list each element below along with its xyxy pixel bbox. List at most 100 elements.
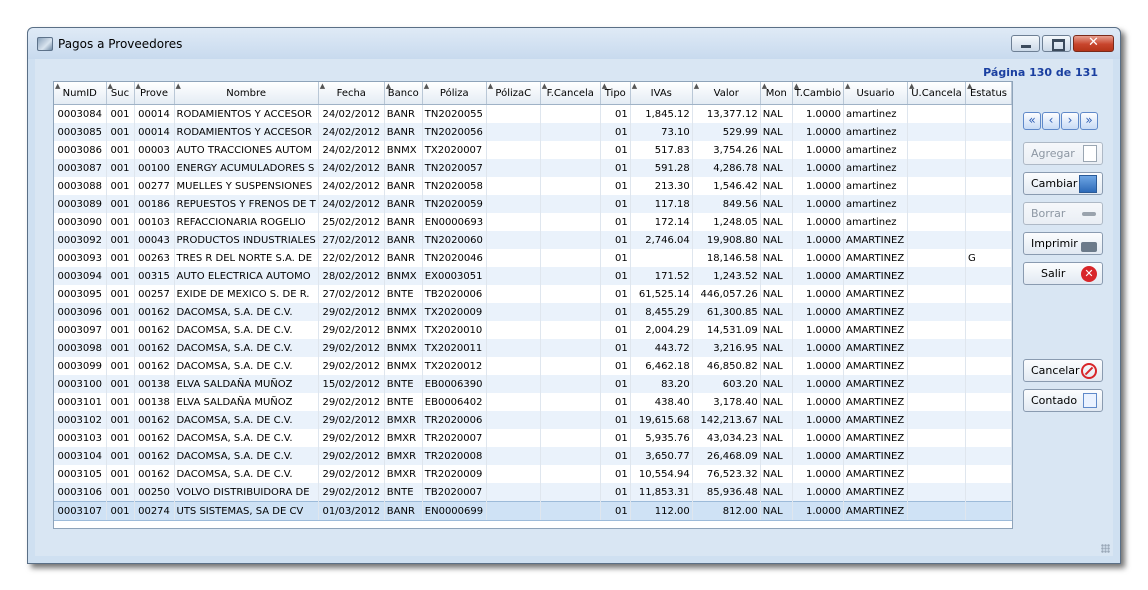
borrar-label: Borrar bbox=[1031, 207, 1066, 220]
app-window-icon bbox=[37, 37, 53, 51]
table-row[interactable]: 0003101 001 00138 ELVA SALDAÑA MUÑOZ 29/02/2… bbox=[54, 393, 1012, 411]
table-cell: TN2020058 bbox=[422, 177, 487, 195]
table-row[interactable]: 0003094 001 00315 AUTO ELECTRICA AUTOMO 28/0… bbox=[54, 267, 1012, 285]
column-header-15[interactable]: ▲ U.Cancela bbox=[907, 82, 966, 105]
column-header-label: Fecha bbox=[336, 87, 366, 99]
table-cell: amartinez bbox=[843, 123, 908, 141]
cambiar-button[interactable]: Cambiar bbox=[1023, 172, 1103, 195]
table-cell: amartinez bbox=[843, 104, 908, 123]
column-header-7[interactable]: ▲ PólizaC bbox=[486, 82, 541, 105]
payments-grid[interactable]: ▲ NumID ▲ Suc ▲ Prove ▲ Nombre ▲ Fecha ▲ Banco ▲ Póli… bbox=[53, 81, 1013, 529]
table-cell: MUELLES Y SUSPENSIONES bbox=[174, 177, 319, 195]
table-cell: 0003087 bbox=[54, 159, 107, 177]
table-cell: EXIDE DE MEXICO S. DE R. bbox=[174, 285, 319, 303]
column-header-2[interactable]: ▲ Prove bbox=[134, 82, 175, 105]
column-header-3[interactable]: ▲ Nombre bbox=[174, 82, 319, 105]
column-header-1[interactable]: ▲ Suc bbox=[106, 82, 135, 105]
column-header-10[interactable]: ▲ IVAs bbox=[630, 82, 693, 105]
close-button[interactable]: ✕ bbox=[1073, 35, 1114, 52]
cancelar-button[interactable]: Cancelar bbox=[1023, 359, 1103, 382]
table-row[interactable]: 0003105 001 00162 DACOMSA, S.A. DE C.V. 29/0… bbox=[54, 465, 1012, 483]
column-header-14[interactable]: ▲ Usuario bbox=[843, 82, 908, 105]
table-cell bbox=[965, 501, 1012, 521]
table-cell: NAL bbox=[760, 285, 793, 303]
table-cell: 00003 bbox=[134, 141, 175, 159]
table-cell: 29/02/2012 bbox=[318, 321, 385, 339]
table-row[interactable]: 0003093 001 00263 TRES R DEL NORTE S.A. DE 2… bbox=[54, 249, 1012, 267]
table-cell: 43,034.23 bbox=[692, 429, 761, 447]
column-header-0[interactable]: ▲ NumID bbox=[54, 82, 107, 105]
imprimir-button[interactable]: Imprimir bbox=[1023, 232, 1103, 255]
table-row[interactable]: 0003090 001 00103 REFACCIONARIA ROGELIO 25/0… bbox=[54, 213, 1012, 231]
table-cell: DACOMSA, S.A. DE C.V. bbox=[174, 429, 319, 447]
table-row[interactable]: 0003106 001 00250 VOLVO DISTRIBUIDORA DE 29/… bbox=[54, 483, 1012, 502]
table-row[interactable]: 0003086 001 00003 AUTO TRACCIONES AUTOM 24/0… bbox=[54, 141, 1012, 159]
table-row[interactable]: 0003084 001 00014 RODAMIENTOS Y ACCESOR 24/0… bbox=[54, 104, 1012, 123]
resize-grip-icon[interactable] bbox=[1101, 544, 1110, 553]
next-page-button[interactable]: › bbox=[1061, 112, 1079, 130]
column-header-label: U.Cancela bbox=[911, 87, 962, 99]
table-row[interactable]: 0003102 001 00162 DACOMSA, S.A. DE C.V. 29/0… bbox=[54, 411, 1012, 429]
table-cell: 0003105 bbox=[54, 465, 107, 483]
column-header-9[interactable]: ▲ Tipo bbox=[600, 82, 631, 105]
column-header-12[interactable]: ▲ Mon bbox=[760, 82, 793, 105]
column-header-16[interactable]: ▲ Estatus bbox=[965, 82, 1012, 105]
table-row[interactable]: 0003103 001 00162 DACOMSA, S.A. DE C.V. 29/0… bbox=[54, 429, 1012, 447]
table-cell bbox=[486, 249, 541, 267]
table-cell: 28/02/2012 bbox=[318, 267, 385, 285]
table-row[interactable]: 0003097 001 00162 DACOMSA, S.A. DE C.V. 29/0… bbox=[54, 321, 1012, 339]
last-page-button[interactable]: » bbox=[1080, 112, 1098, 130]
table-cell: 19,615.68 bbox=[630, 411, 693, 429]
table-row[interactable]: 0003099 001 00162 DACOMSA, S.A. DE C.V. 29/0… bbox=[54, 357, 1012, 375]
table-cell: 01 bbox=[600, 321, 631, 339]
maximize-button[interactable] bbox=[1042, 35, 1071, 52]
table-cell: BMXR bbox=[384, 465, 423, 483]
table-cell: BNMX bbox=[384, 339, 423, 357]
column-header-5[interactable]: ▲ Banco bbox=[384, 82, 423, 105]
salir-button[interactable]: Salir ✕ bbox=[1023, 262, 1103, 285]
table-cell: BANR bbox=[384, 249, 423, 267]
table-row[interactable]: 0003098 001 00162 DACOMSA, S.A. DE C.V. 29/0… bbox=[54, 339, 1012, 357]
table-row[interactable]: 0003096 001 00162 DACOMSA, S.A. DE C.V. 29/0… bbox=[54, 303, 1012, 321]
column-header-13[interactable]: ▲ T.Cambio bbox=[792, 82, 844, 105]
table-cell: BANR bbox=[384, 177, 423, 195]
table-cell: AUTO TRACCIONES AUTOM bbox=[174, 141, 319, 159]
column-header-8[interactable]: ▲ F.Cancela bbox=[540, 82, 601, 105]
minimize-button[interactable] bbox=[1011, 35, 1040, 52]
table-cell: 29/02/2012 bbox=[318, 429, 385, 447]
table-row[interactable]: 0003100 001 00138 ELVA SALDAÑA MUÑOZ 15/02/2… bbox=[54, 375, 1012, 393]
title-bar[interactable]: Pagos a Proveedores ✕ bbox=[28, 28, 1120, 59]
table-cell bbox=[907, 447, 966, 465]
table-row[interactable]: 0003085 001 00014 RODAMIENTOS Y ACCESOR 24/0… bbox=[54, 123, 1012, 141]
table-cell: amartinez bbox=[843, 177, 908, 195]
table-row[interactable]: 0003095 001 00257 EXIDE DE MEXICO S. DE R. 2… bbox=[54, 285, 1012, 303]
prev-page-button[interactable]: ‹ bbox=[1042, 112, 1060, 130]
table-cell bbox=[965, 321, 1012, 339]
agregar-button[interactable]: Agregar bbox=[1023, 142, 1103, 165]
table-cell: 29/02/2012 bbox=[318, 411, 385, 429]
borrar-button[interactable]: Borrar bbox=[1023, 202, 1103, 225]
sort-arrow-icon: ▲ bbox=[487, 82, 494, 90]
column-header-4[interactable]: ▲ Fecha bbox=[318, 82, 385, 105]
table-cell: 0003089 bbox=[54, 195, 107, 213]
table-cell bbox=[907, 411, 966, 429]
table-row[interactable]: 0003089 001 00186 REPUESTOS Y FRENOS DE T 24… bbox=[54, 195, 1012, 213]
table-row[interactable]: 0003087 001 00100 ENERGY ACUMULADORES S 24/0… bbox=[54, 159, 1012, 177]
table-cell: 1.0000 bbox=[792, 141, 844, 159]
contado-button[interactable]: Contado bbox=[1023, 389, 1103, 412]
column-header-label: Prove bbox=[140, 87, 168, 99]
table-row[interactable]: 0003088 001 00277 MUELLES Y SUSPENSIONES 24/… bbox=[54, 177, 1012, 195]
table-row[interactable]: 0003104 001 00162 DACOMSA, S.A. DE C.V. 29/0… bbox=[54, 447, 1012, 465]
table-cell: 001 bbox=[106, 249, 135, 267]
sort-arrow-icon: ▲ bbox=[541, 82, 548, 90]
table-cell: 13,377.12 bbox=[692, 104, 761, 123]
table-cell: 001 bbox=[106, 285, 135, 303]
table-cell bbox=[486, 483, 541, 502]
first-page-button[interactable]: « bbox=[1023, 112, 1041, 130]
column-header-6[interactable]: ▲ Póliza bbox=[422, 82, 487, 105]
table-row[interactable]: 0003092 001 00043 PRODUCTOS INDUSTRIALES 27/… bbox=[54, 231, 1012, 249]
table-row[interactable]: 0003107 001 00274 UTS SISTEMAS, SA DE CV 01/… bbox=[54, 501, 1012, 521]
column-header-11[interactable]: ▲ Valor bbox=[692, 82, 761, 105]
table-cell: 0003084 bbox=[54, 104, 107, 123]
table-cell: 213.30 bbox=[630, 177, 693, 195]
